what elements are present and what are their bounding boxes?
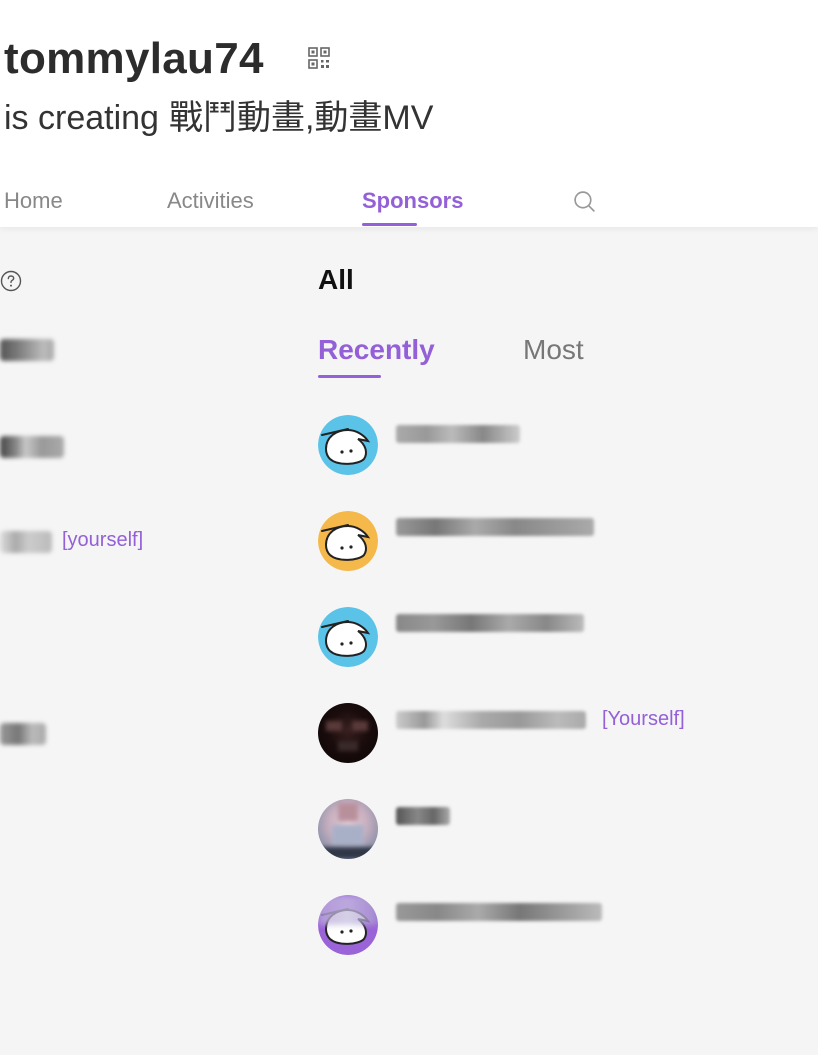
subtab-recently[interactable]: Recently [318, 332, 435, 368]
active-tab-indicator [362, 223, 417, 226]
default-avatar-icon [318, 511, 378, 571]
subtitle-prefix: is creating [4, 99, 159, 137]
tab-sponsors[interactable]: Sponsors [362, 186, 463, 216]
left-yourself-label: [yourself] [62, 529, 144, 551]
avatar [318, 895, 378, 955]
search-icon[interactable] [572, 189, 597, 214]
sponsor-name-blurred [396, 614, 584, 632]
default-avatar-icon [318, 415, 378, 475]
sponsor-name-blurred [396, 425, 520, 443]
qr-code-icon[interactable] [307, 46, 331, 70]
left-item-name-blurred [0, 531, 52, 553]
avatar [318, 703, 378, 763]
avatar [318, 799, 378, 859]
avatar [318, 511, 378, 571]
left-item-name-blurred [0, 339, 54, 361]
sponsor-row[interactable] [318, 799, 798, 861]
help-icon[interactable] [0, 270, 22, 292]
left-item-name-blurred [0, 436, 64, 458]
sponsors-section-title: All [318, 264, 354, 295]
sponsor-row[interactable] [318, 511, 798, 573]
sponsor-row[interactable] [318, 895, 798, 957]
profile-header: tommylau74 is creating 戰鬥動畫,動畫MV Home Act… [0, 0, 818, 227]
sponsor-row[interactable] [318, 415, 798, 477]
left-item-name-blurred [0, 723, 46, 745]
sponsor-row[interactable] [318, 607, 798, 669]
sponsor-name-blurred [396, 518, 594, 536]
subtitle-topic: 戰鬥動畫,動畫MV [168, 99, 434, 137]
sponsor-name-blurred [396, 711, 586, 729]
username: tommylau74 [4, 34, 264, 83]
avatar [318, 607, 378, 667]
sponsor-name-blurred [396, 807, 450, 825]
subtab-most[interactable]: Most [523, 332, 584, 368]
tab-home[interactable]: Home [4, 186, 63, 216]
avatar [318, 415, 378, 475]
active-subtab-indicator [318, 375, 381, 378]
sponsor-name-blurred [396, 903, 602, 921]
creator-subtitle: is creating 戰鬥動畫,動畫MV [4, 97, 433, 139]
sponsor-row-yourself[interactable]: [Yourself] [318, 703, 798, 765]
yourself-tag: [Yourself] [602, 708, 685, 730]
tab-activities[interactable]: Activities [167, 186, 254, 216]
default-avatar-icon [318, 607, 378, 667]
